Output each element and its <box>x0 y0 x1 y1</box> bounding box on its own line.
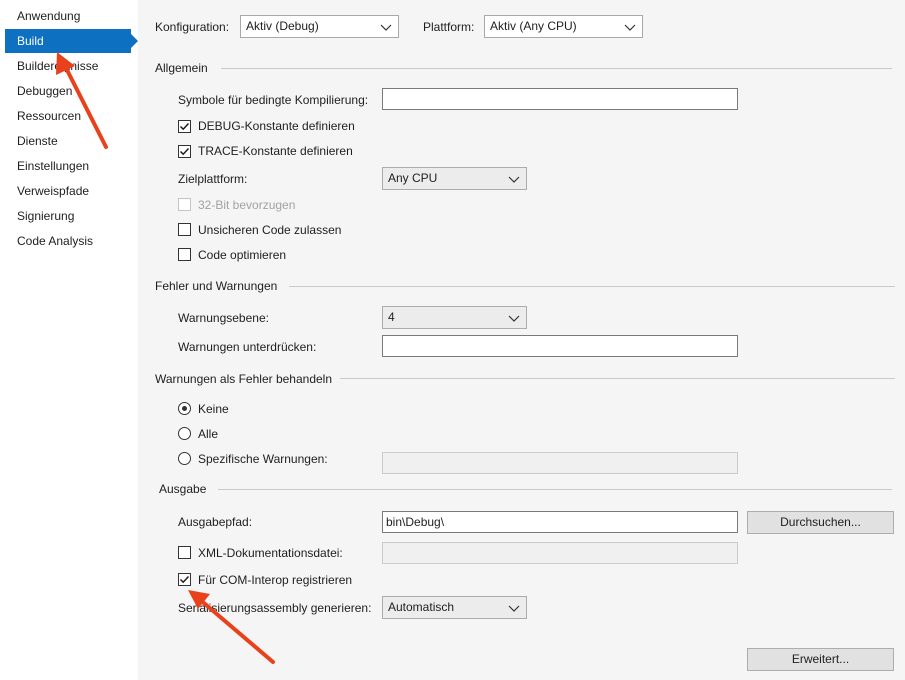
group-divider <box>218 489 892 490</box>
optimize-code-label: Code optimieren <box>198 248 287 262</box>
serialization-label: Serialisierungsassembly generieren: <box>178 601 372 615</box>
group-title-allgemein: Allgemein <box>155 61 208 75</box>
chevron-down-icon <box>508 176 520 183</box>
radio-selected-dot <box>182 406 187 411</box>
sidebar-item-buildereignisse[interactable]: Buildereignisse <box>5 54 131 78</box>
sidebar-item-anwendung[interactable]: Anwendung <box>5 4 131 28</box>
com-interop-checkbox[interactable] <box>178 573 191 586</box>
radio-all[interactable] <box>178 427 191 440</box>
xml-doc-label: XML-Dokumentationsdatei: <box>198 546 343 560</box>
conditional-symbols-input[interactable] <box>382 88 738 110</box>
radio-specific[interactable] <box>178 452 191 465</box>
sidebar-item-ressourcen[interactable]: Ressourcen <box>5 104 131 128</box>
sidebar-item-dienste[interactable]: Dienste <box>5 129 131 153</box>
group-title-errors-warnings: Fehler und Warnungen <box>155 279 278 293</box>
chevron-down-icon <box>380 24 392 31</box>
prefer-32bit-checkbox[interactable] <box>178 198 191 211</box>
xml-doc-input[interactable] <box>382 542 738 564</box>
debug-constant-checkbox[interactable] <box>178 120 191 133</box>
advanced-button[interactable]: Erweitert... <box>747 648 894 671</box>
radio-specific-label: Spezifische Warnungen: <box>198 452 328 466</box>
group-title-treat-warnings: Warnungen als Fehler behandeln <box>155 372 333 386</box>
suppress-warnings-input[interactable] <box>382 335 738 357</box>
group-divider <box>340 378 895 379</box>
platform-select[interactable]: Aktiv (Any CPU) <box>484 15 643 38</box>
sidebar-item-einstellungen[interactable]: Einstellungen <box>5 154 131 178</box>
radio-none[interactable] <box>178 402 191 415</box>
chevron-down-icon <box>624 24 636 31</box>
browse-button[interactable]: Durchsuchen... <box>747 511 894 534</box>
group-title-output: Ausgabe <box>159 482 207 496</box>
platform-label: Plattform: <box>423 20 475 34</box>
specific-warnings-input[interactable] <box>382 452 738 474</box>
group-divider <box>289 286 895 287</box>
optimize-code-checkbox[interactable] <box>178 248 191 261</box>
sidebar-item-build[interactable]: Build <box>5 29 138 53</box>
target-platform-select[interactable]: Any CPU <box>382 167 527 190</box>
com-interop-label: Für COM-Interop registrieren <box>198 573 353 587</box>
unsafe-code-label: Unsicheren Code zulassen <box>198 223 342 237</box>
platform-value: Aktiv (Any CPU) <box>490 19 577 33</box>
trace-constant-label: TRACE-Konstante definieren <box>198 144 353 158</box>
radio-none-label: Keine <box>198 402 229 416</box>
checkmark-icon <box>179 122 190 131</box>
target-platform-value: Any CPU <box>388 171 438 185</box>
warning-level-label: Warnungsebene: <box>178 311 269 325</box>
checkmark-icon <box>179 575 190 584</box>
checkmark-icon <box>179 147 190 156</box>
output-path-input[interactable]: bin\Debug\ <box>382 511 738 533</box>
trace-constant-checkbox[interactable] <box>178 145 191 158</box>
suppress-warnings-label: Warnungen unterdrücken: <box>178 340 317 354</box>
conditional-symbols-label: Symbole für bedingte Kompilierung: <box>178 93 369 107</box>
sidebar-item-verweispfade[interactable]: Verweispfade <box>5 179 131 203</box>
sidebar-item-debuggen[interactable]: Debuggen <box>5 79 131 103</box>
serialization-select[interactable]: Automatisch <box>382 596 527 619</box>
unsafe-code-checkbox[interactable] <box>178 223 191 236</box>
configuration-label: Konfiguration: <box>155 20 230 34</box>
sidebar: Anwendung Build Buildereignisse Debuggen… <box>0 0 138 680</box>
chevron-down-icon <box>508 605 520 612</box>
prefer-32bit-label: 32-Bit bevorzugen <box>198 198 296 212</box>
radio-all-label: Alle <box>198 427 219 441</box>
serialization-value: Automatisch <box>388 600 455 614</box>
chevron-down-icon <box>508 315 520 322</box>
configuration-select[interactable]: Aktiv (Debug) <box>240 15 399 38</box>
debug-constant-label: DEBUG-Konstante definieren <box>198 119 355 133</box>
target-platform-label: Zielplattform: <box>178 172 248 186</box>
configuration-value: Aktiv (Debug) <box>246 19 319 33</box>
warning-level-select[interactable]: 4 <box>382 306 527 329</box>
output-path-label: Ausgabepfad: <box>178 515 253 529</box>
sidebar-item-code-analysis[interactable]: Code Analysis <box>5 229 131 253</box>
group-divider <box>221 68 892 69</box>
sidebar-item-signierung[interactable]: Signierung <box>5 204 131 228</box>
xml-doc-checkbox[interactable] <box>178 546 191 559</box>
warning-level-value: 4 <box>388 310 395 324</box>
